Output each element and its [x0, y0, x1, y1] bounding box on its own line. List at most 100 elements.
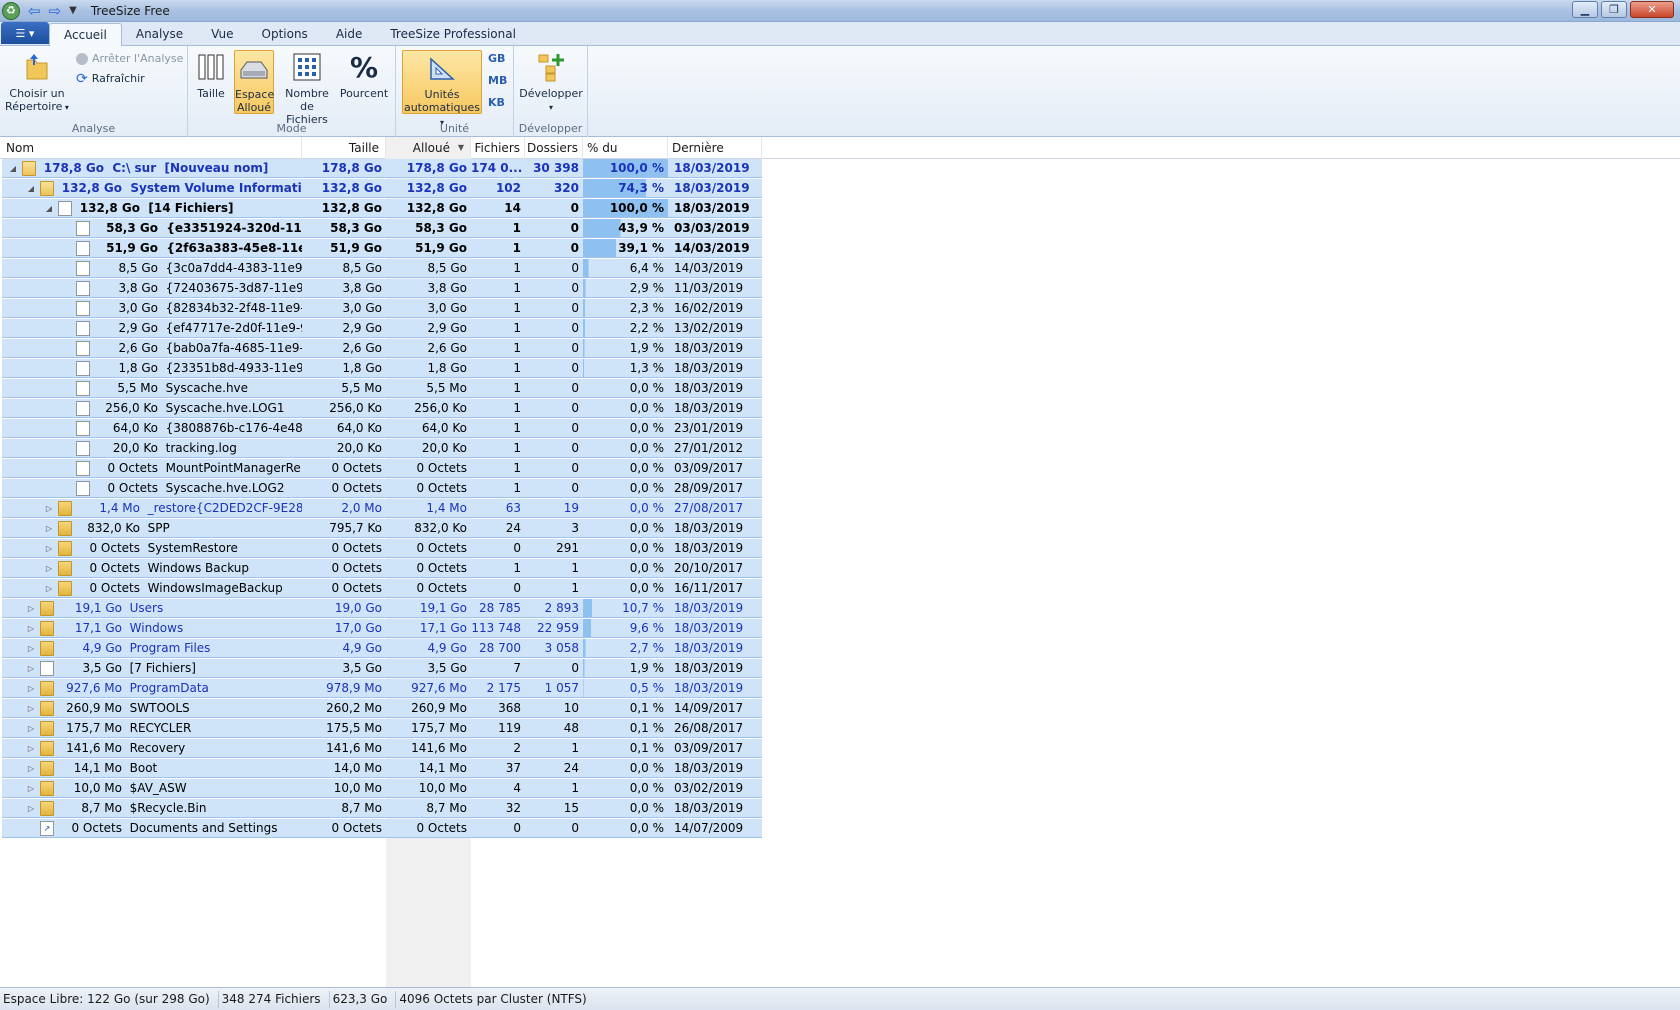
percent-mode-button[interactable]: % Pourcent — [338, 50, 390, 100]
tab-aide[interactable]: Aide — [322, 23, 377, 45]
tree-row[interactable]: ▷ 141,6 Mo Recovery 141,6 Mo 141,6 Mo 2 1 0,1 … — [2, 739, 762, 759]
tree-row[interactable]: 8,5 Go {3c0a7dd4-4383-11e9-8...8,5 Go8,5… — [2, 259, 762, 279]
cell-last-modified: 18/03/2019 — [668, 639, 762, 658]
tree-row[interactable]: ▷ 8,7 Mo $Recycle.Bin 8,7 Mo 8,7 Mo 32 15 0,0 … — [2, 799, 762, 819]
tree-row[interactable]: 20,0 Ko tracking.log 20,0 Ko 20,0 Ko 1 0 0,0 … — [2, 439, 762, 459]
expand-toggle-icon[interactable]: ▷ — [26, 719, 36, 737]
app-icon[interactable]: ♻ — [2, 1, 20, 20]
expand-toggle-icon[interactable]: ▷ — [26, 799, 36, 817]
tree-row[interactable]: ▷ 832,0 Ko SPP 795,7 Ko 832,0 Ko 24 3 0,0 % 18/… — [2, 519, 762, 539]
expand-toggle-icon[interactable]: ▷ — [44, 559, 54, 577]
stop-scan-button[interactable]: Arrêter l'Analyse — [76, 52, 183, 65]
expand-toggle-icon[interactable]: ▷ — [26, 679, 36, 697]
row-name: Windows Backup — [140, 561, 249, 575]
expand-toggle-icon[interactable]: ▷ — [26, 759, 36, 777]
file-count-mode-button[interactable]: Nombre de Fichiers — [278, 50, 336, 126]
tree-row[interactable]: 0 Octets Syscache.hve.LOG2 0 Octets 0 Octe… — [2, 479, 762, 499]
row-size-label: 0 Octets — [107, 481, 158, 495]
cell-name: ↗ 0 Octets Documents and Settings — [2, 819, 302, 838]
tab-options[interactable]: Options — [248, 23, 322, 45]
minimize-button[interactable]: ▁ — [1572, 1, 1598, 18]
expand-toggle-icon[interactable]: ▷ — [26, 619, 36, 637]
choose-directory-button[interactable]: Choisir un Répertoire ▾ — [4, 50, 70, 114]
unit-gb-button[interactable]: GB — [488, 52, 505, 65]
tree-row[interactable]: ▷ 1,4 Mo _restore{C2DED2CF-9E28-4...2,0 M… — [2, 499, 762, 519]
tree-row[interactable]: ▷ 0 Octets Windows Backup 0 Octets 0 Octets… — [2, 559, 762, 579]
cell-files: 28 785 — [471, 599, 525, 618]
row-size-label: 927,6 Mo — [66, 681, 122, 695]
tab-treesize-professional[interactable]: TreeSize Professional — [376, 23, 530, 45]
expand-toggle-icon[interactable]: ▷ — [26, 639, 36, 657]
tree-row[interactable]: ◢ 132,8 Go [14 Fichiers] 132,8 Go 132,8 Go 1… — [2, 199, 762, 219]
customize-toolbar-icon[interactable]: ▼ — [69, 2, 77, 20]
expand-toggle-icon[interactable]: ▷ — [44, 499, 54, 517]
maximize-button[interactable]: ❐ — [1601, 1, 1627, 18]
row-label: 260,9 Mo SWTOOLS — [58, 699, 190, 717]
column-header-files[interactable]: Fichiers — [471, 137, 525, 159]
tree-row[interactable]: ◢ 178,8 Go C:\ sur [Nouveau nom] 178,8 Go 1… — [2, 159, 762, 179]
tab-analyse[interactable]: Analyse — [122, 23, 197, 45]
tree-row[interactable]: ▷ 927,6 Mo ProgramData 978,9 Mo 927,6 Mo 2 1… — [2, 679, 762, 699]
row-name: ProgramData — [122, 681, 209, 695]
row-label: 3,0 Go {82834b32-2f48-11e9-a7... — [94, 299, 302, 317]
unit-mb-button[interactable]: MB — [488, 74, 507, 87]
expand-toggle-icon[interactable]: ▷ — [26, 699, 36, 717]
size-mode-button[interactable]: Taille — [194, 50, 228, 100]
column-header-last-modified[interactable]: Dernière modi... — [668, 137, 762, 177]
cell-allocated: 58,3 Go — [386, 219, 471, 238]
tree-row[interactable]: 64,0 Ko {3808876b-c176-4e48-b...64,0 Ko6… — [2, 419, 762, 439]
tree-row[interactable]: ▷ 4,9 Go Program Files 4,9 Go 4,9 Go 28 700 3… — [2, 639, 762, 659]
tree-row[interactable]: ▷ 19,1 Go Users 19,0 Go 19,1 Go 28 785 2 893 1… — [2, 599, 762, 619]
tree-row[interactable]: ▷ 3,5 Go [7 Fichiers] 3,5 Go 3,5 Go 7 0 1,9 % 1… — [2, 659, 762, 679]
tree-row[interactable]: ◢ 132,8 Go System Volume Information 132,8… — [2, 179, 762, 199]
forward-arrow-icon[interactable]: ⇨ — [49, 2, 62, 20]
auto-units-button[interactable]: Unités automatiques ▾ — [402, 50, 482, 127]
close-button[interactable]: ✕ — [1630, 1, 1674, 18]
tree-row[interactable]: ▷ 260,9 Mo SWTOOLS 260,2 Mo 260,9 Mo 368 10 0,… — [2, 699, 762, 719]
tree-row[interactable]: ▷ 175,7 Mo RECYCLER 175,5 Mo 175,7 Mo 119 48 0… — [2, 719, 762, 739]
column-header-folders[interactable]: Dossiers — [525, 137, 583, 159]
tree-row[interactable]: 2,6 Go {bab0a7fa-4685-11e9-91...2,6 Go2,… — [2, 339, 762, 359]
collapse-toggle-icon[interactable]: ◢ — [8, 159, 18, 177]
tree-row[interactable]: 2,9 Go {ef47717e-2d0f-11e9-95...2,9 Go2,… — [2, 319, 762, 339]
cell-files: 102 — [471, 179, 525, 198]
column-header-allocated[interactable]: Alloué ▼ — [386, 137, 471, 159]
file-menu-button[interactable]: ☰ ▾ — [1, 22, 49, 44]
tree-row[interactable]: ▷ 14,1 Mo Boot 14,0 Mo 14,1 Mo 37 24 0,0 % 18/0… — [2, 759, 762, 779]
tree-row[interactable]: ▷ 10,0 Mo $AV_ASW 10,0 Mo 10,0 Mo 4 1 0,0 % 03/… — [2, 779, 762, 799]
tree-row[interactable]: ▷ 0 Octets WindowsImageBackup 0 Octets 0 Oc… — [2, 579, 762, 599]
expand-toggle-icon[interactable]: ▷ — [44, 539, 54, 557]
tree-row[interactable]: ▷ 0 Octets SystemRestore 0 Octets 0 Octets 0… — [2, 539, 762, 559]
column-header-size[interactable]: Taille — [302, 137, 386, 159]
expand-toggle-icon[interactable]: ▷ — [26, 779, 36, 797]
cell-last-modified: 20/10/2017 — [668, 559, 762, 578]
tree-row[interactable]: 58,3 Go {e3351924-320d-11e9...58,3 Go58,… — [2, 219, 762, 239]
back-arrow-icon[interactable]: ⇦ — [28, 2, 41, 20]
tree-row[interactable]: 5,5 Mo Syscache.hve 5,5 Mo 5,5 Mo 1 0 0,0 % 18… — [2, 379, 762, 399]
collapse-toggle-icon[interactable]: ◢ — [26, 179, 36, 197]
refresh-button[interactable]: ⟳ Rafraîchir — [76, 72, 145, 86]
allocated-space-mode-button[interactable]: Espace Alloué — [234, 50, 274, 114]
tree-row[interactable]: 3,0 Go {82834b32-2f48-11e9-a7...3,0 Go3,… — [2, 299, 762, 319]
collapse-toggle-icon[interactable]: ◢ — [44, 199, 54, 217]
tab-accueil[interactable]: Accueil — [49, 23, 122, 46]
expand-toggle-icon[interactable]: ▷ — [26, 739, 36, 757]
column-header-name[interactable]: Nom — [0, 137, 302, 159]
tree-row[interactable]: 3,8 Go {72403675-3d87-11e9-9...3,8 Go3,8… — [2, 279, 762, 299]
tree-row[interactable]: 51,9 Go {2f63a383-45e8-11e9-...51,9 Go51… — [2, 239, 762, 259]
tree-row[interactable]: 0 Octets MountPointManagerRe... 0 Octets 0… — [2, 459, 762, 479]
expand-toggle-icon[interactable]: ▷ — [26, 659, 36, 677]
expand-toggle-icon[interactable]: ▷ — [44, 519, 54, 537]
expand-toggle-icon[interactable]: ▷ — [26, 599, 36, 617]
tree-row[interactable]: ▷ 17,1 Go Windows 17,0 Go 17,1 Go 113 748 22 … — [2, 619, 762, 639]
develop-button[interactable]: Développer ▾ — [518, 50, 584, 114]
unit-kb-button[interactable]: KB — [488, 96, 505, 109]
tree-row[interactable]: 256,0 Ko Syscache.hve.LOG1 256,0 Ko 256,0 … — [2, 399, 762, 419]
tree-row[interactable]: 1,8 Go {23351b8d-4933-11e9-9...1,8 Go1,8… — [2, 359, 762, 379]
tab-vue[interactable]: Vue — [197, 23, 247, 45]
cell-folders: 3 058 — [525, 639, 583, 658]
column-header-percent-parent[interactable]: % du parent... — [583, 137, 668, 177]
expand-toggle-icon[interactable]: ▷ — [44, 579, 54, 597]
tree-row[interactable]: ↗ 0 Octets Documents and Settings 0 Octets… — [2, 819, 762, 839]
disk-icon — [235, 53, 273, 85]
